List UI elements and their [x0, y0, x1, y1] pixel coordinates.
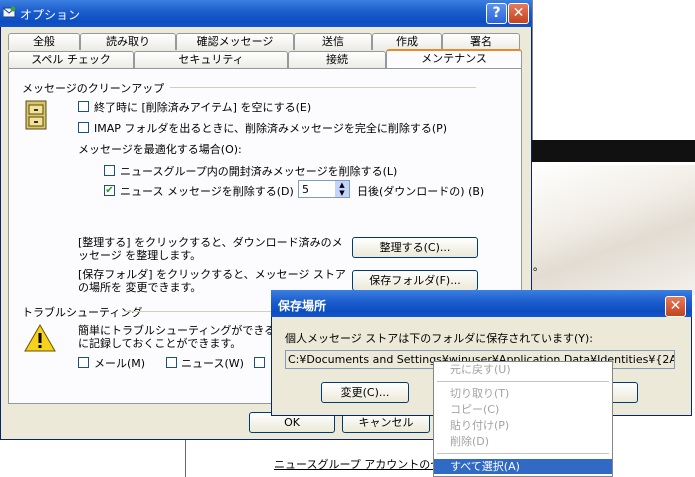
file-cabinet-icon: [25, 100, 47, 130]
context-menu: 元に戻す(U) 切り取り(T) コピー(C) 貼り付け(P) 削除(D) すべて…: [433, 361, 613, 477]
purge-imap-checkbox[interactable]: [78, 122, 89, 133]
days-value[interactable]: 5: [302, 183, 309, 196]
delete-news-checkbox[interactable]: ✔: [104, 185, 115, 196]
menu-item-undo[interactable]: 元に戻す(U): [434, 362, 612, 377]
tab-compose[interactable]: 作成: [372, 33, 442, 50]
menu-item-cut[interactable]: 切り取り(T): [434, 386, 612, 401]
spinner-arrows-icon[interactable]: ▲ ▼: [335, 181, 349, 197]
options-title: オプション: [20, 8, 81, 22]
log-mail-label[interactable]: メール(M): [94, 355, 145, 371]
background-image: [532, 165, 695, 295]
delete-read-news-checkbox[interactable]: [104, 165, 115, 176]
store-close-button[interactable]: ✕: [665, 296, 686, 317]
menu-separator: [437, 453, 609, 454]
optimize-label: メッセージを最適化する場合(O):: [78, 143, 242, 156]
empty-deleted-label[interactable]: 終了時に [削除済みアイテム] を空にする(E): [94, 99, 311, 115]
close-button[interactable]: ✕: [508, 3, 529, 24]
help-button[interactable]: ?: [486, 3, 507, 24]
cleanup-description: [整理する] をクリックすると、ダウンロード済みのメッセージ を整理します。: [78, 236, 343, 262]
menu-item-copy[interactable]: コピー(C): [434, 402, 612, 417]
store-description: 個人メッセージ ストアは下のフォルダに保存されています(Y):: [285, 332, 593, 345]
empty-deleted-checkbox[interactable]: [78, 101, 89, 112]
store-location-title: 保存場所: [278, 299, 327, 313]
group-divider: [170, 87, 476, 88]
tab-general[interactable]: 全般: [8, 33, 80, 50]
tab-receipts[interactable]: 確認メッセージ: [176, 33, 294, 50]
store-folder-button[interactable]: 保存フォルダ(F)...: [352, 270, 478, 291]
delete-news-label[interactable]: ニュース メッセージを削除する(D): [120, 183, 294, 199]
cleanup-group-label: メッセージのクリーンアップ: [22, 82, 165, 95]
menu-item-select-all[interactable]: すべて選択(A): [434, 459, 612, 474]
purge-imap-label[interactable]: IMAP フォルダを出るときに、削除済みメッセージを完全に削除する(P): [94, 120, 447, 136]
tab-spelling[interactable]: スペル チェック: [8, 51, 134, 68]
delete-read-news-label[interactable]: ニュースグループ内の開封済みメッセージを削除する(L): [120, 163, 397, 179]
group-divider: [124, 311, 274, 312]
days-suffix-label: 日後(ダウンロードの) (B): [357, 185, 485, 198]
outlook-express-icon: [3, 6, 16, 18]
menu-item-paste[interactable]: 貼り付け(P): [434, 418, 612, 433]
tab-signatures[interactable]: 署名: [442, 33, 520, 50]
tab-security[interactable]: セキュリティ: [134, 51, 288, 68]
change-button[interactable]: 変更(C)...: [321, 382, 409, 403]
background-text: 。: [533, 260, 544, 273]
background-header-bar: [532, 140, 695, 162]
tab-send[interactable]: 送信: [294, 33, 372, 50]
menu-separator: [437, 381, 609, 382]
warning-icon: [24, 324, 56, 352]
tab-connection[interactable]: 接続: [288, 51, 386, 68]
log-mail-checkbox[interactable]: [78, 357, 89, 368]
log-imap-checkbox[interactable]: [254, 357, 265, 368]
tab-maintenance[interactable]: メンテナンス: [386, 49, 522, 69]
trouble-description-line2: に記録しておくことができます。: [78, 337, 242, 350]
log-news-checkbox[interactable]: [166, 357, 177, 368]
store-location-titlebar[interactable]: [271, 290, 692, 317]
tab-read[interactable]: 読み取り: [80, 33, 176, 50]
cleanup-button[interactable]: 整理する(C)...: [352, 237, 478, 258]
background-divider: [532, 0, 533, 140]
log-news-label[interactable]: ニュース(W): [181, 355, 244, 371]
trouble-group-label: トラブルシューティング: [22, 306, 143, 319]
menu-item-delete[interactable]: 削除(D): [434, 434, 612, 449]
